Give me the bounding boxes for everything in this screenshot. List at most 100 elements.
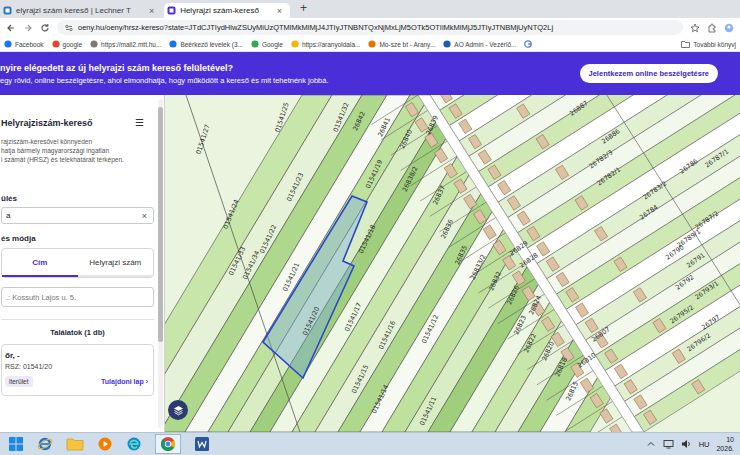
- star-icon[interactable]: [690, 23, 700, 33]
- feedback-banner: nyire elégedett az új helyrajzi szám ker…: [0, 52, 740, 95]
- bookmark[interactable]: Facebook: [4, 40, 44, 48]
- bookmark[interactable]: https://mail2.mtt.hu...: [90, 40, 161, 48]
- extensions-icon[interactable]: [707, 23, 717, 33]
- parcel[interactable]: [634, 234, 740, 432]
- building: [556, 165, 569, 179]
- menu-button[interactable]: ☰: [135, 117, 154, 128]
- parcel-label: 01541/17: [343, 301, 363, 333]
- parcel-label: 26792: [674, 273, 696, 291]
- parcel-label: 26820: [540, 340, 556, 362]
- search-mode-tab[interactable]: Helyrajzi szám: [78, 249, 154, 277]
- bookmark-label: Google: [262, 41, 283, 48]
- building: [503, 256, 516, 270]
- windows-start-icon[interactable]: [8, 436, 24, 452]
- other-bookmarks[interactable]: További könyvj: [681, 40, 736, 48]
- road: [418, 95, 644, 432]
- parcel-boundary: [372, 95, 418, 124]
- volume-icon[interactable]: [681, 439, 692, 449]
- residential-plots: [430, 95, 740, 432]
- map[interactable]: 01541/2701541/2501541/2401541/2301541/22…: [165, 95, 740, 432]
- parcel-label: 26787/1: [703, 147, 730, 169]
- results-title: Találatok (1 db): [1, 328, 154, 337]
- profile-icon[interactable]: [724, 23, 734, 33]
- building: [517, 104, 530, 118]
- result-hrsz: RSZ: 01541/20: [5, 363, 148, 370]
- building: [580, 378, 593, 392]
- new-tab-button[interactable]: +: [294, 1, 313, 18]
- result-footer: lterületTulajdoni lap ›: [5, 376, 148, 387]
- close-tab-button[interactable]: ×: [149, 6, 154, 16]
- building: [575, 196, 588, 210]
- browser-tab[interactable]: elyrajzi szám kereső | Lechner T×: [0, 3, 160, 18]
- map-canvas[interactable]: 01541/2701541/2501541/2401541/2301541/22…: [165, 95, 740, 432]
- bookmark[interactable]: Mo-sze bt - Arany...: [368, 40, 435, 48]
- parcel-label: 26796/2: [685, 331, 712, 353]
- building: [536, 135, 549, 149]
- bookmark[interactable]: Beérkező levelek (3...: [169, 40, 243, 48]
- clock[interactable]: 102026.: [716, 435, 736, 453]
- clear-button[interactable]: ×: [142, 211, 147, 221]
- parcel-label: 26842: [351, 110, 367, 132]
- building: [546, 257, 559, 271]
- site-icon: [167, 6, 176, 15]
- search-mode-box: CímHelyrajzi szám: [1, 248, 154, 278]
- building: [566, 288, 579, 302]
- parcel-label: 26832: [487, 270, 503, 292]
- site-info-icon[interactable]: [65, 24, 73, 32]
- building: [624, 380, 637, 394]
- address-input[interactable]: [1, 287, 154, 307]
- selected-parcel[interactable]: [263, 196, 367, 378]
- edge-browser-icon[interactable]: [126, 436, 142, 452]
- main-area: Helyrajziszám-kereső☰rajziszám-keresővel…: [0, 95, 740, 432]
- building: [483, 225, 496, 239]
- description: rajziszám-keresővel könnyedenhatja bárme…: [1, 137, 154, 164]
- clock-date: 2026.: [716, 444, 734, 453]
- bookmark[interactable]: google: [52, 40, 83, 48]
- search-mode-tab[interactable]: Cím: [2, 249, 78, 277]
- network-icon[interactable]: [663, 439, 674, 449]
- url-field[interactable]: oeny.hu/oeny/hrsz-kereso?state=JTdCJTIyd…: [57, 20, 683, 35]
- parcel-boundary: [566, 401, 612, 430]
- settlement-input[interactable]: a×: [1, 207, 154, 224]
- url-text: oeny.hu/oeny/hrsz-kereso?state=JTdCJTIyd…: [78, 23, 553, 32]
- forward-arrow-icon[interactable]: [23, 23, 33, 33]
- reload-icon[interactable]: [40, 23, 50, 33]
- building: [454, 179, 467, 193]
- chrome-taskbar-button[interactable]: [155, 434, 181, 454]
- parcel-label: 26818: [553, 356, 569, 378]
- bookmark[interactable]: Google: [251, 40, 283, 48]
- result-card[interactable]: őr, -RSZ: 01541/20lterületTulajdoni lap …: [1, 344, 154, 396]
- building: [634, 395, 647, 409]
- parcel-label: 26795/2: [668, 303, 695, 325]
- ownership-link[interactable]: Tulajdoni lap ›: [101, 378, 148, 385]
- building: [585, 318, 598, 332]
- building: [478, 150, 491, 164]
- building: [672, 349, 685, 363]
- layers-button[interactable]: [168, 400, 188, 420]
- bookmark[interactable]: AO Admin - Vezérlő...: [443, 40, 516, 48]
- parcel-label: 26810: [576, 351, 598, 369]
- feedback-button[interactable]: Jelentkezem online beszélgetésre: [580, 64, 718, 83]
- parcel-label: 01541/23: [285, 171, 305, 203]
- file-explorer-icon[interactable]: [66, 436, 84, 452]
- scrollbar[interactable]: [158, 99, 163, 428]
- building: [449, 104, 462, 118]
- bookmark-label: google: [63, 41, 83, 48]
- building: [594, 226, 607, 240]
- back-arrow-icon[interactable]: [6, 23, 16, 33]
- parcel-label: 01541/12: [420, 313, 440, 345]
- close-tab-button[interactable]: ×: [277, 6, 282, 16]
- bookmark-favicon-icon: [4, 40, 12, 48]
- word-icon[interactable]: [194, 436, 210, 452]
- media-player-icon[interactable]: [97, 436, 113, 452]
- browser-tab[interactable]: Helyrajzi szám-kereső×: [164, 3, 290, 18]
- tray-arrow-icon[interactable]: [646, 439, 656, 449]
- bookmark-favicon-icon: [251, 40, 259, 48]
- parcel-label: 01541/32: [332, 101, 351, 133]
- other-bookmarks-label: További könyvj: [693, 41, 736, 48]
- bookmark[interactable]: https://aranyoldala...: [291, 40, 361, 48]
- internet-explorer-icon[interactable]: [37, 436, 53, 452]
- language-indicator[interactable]: HU: [699, 440, 710, 449]
- scrollbar-thumb[interactable]: [158, 107, 163, 342]
- google-bookmark-icon[interactable]: [524, 40, 532, 48]
